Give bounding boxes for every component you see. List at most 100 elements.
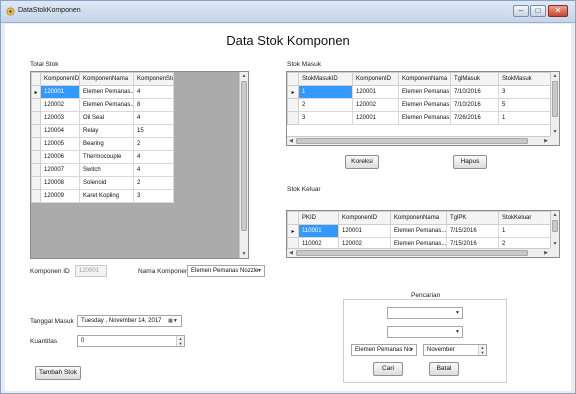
pencarian-combo-2[interactable]: ▼ xyxy=(387,326,463,338)
table-cell[interactable]: 120007 xyxy=(40,163,80,177)
column-header[interactable]: TglPK xyxy=(446,211,499,225)
table-cell[interactable]: Elemen Pemanas... xyxy=(398,111,451,125)
table-cell[interactable]: Elemen Pemanas... xyxy=(79,98,134,112)
table-cell[interactable]: Thermocouple xyxy=(79,150,134,164)
scrollbar-thumb[interactable] xyxy=(241,81,247,231)
scrollbar-thumb[interactable] xyxy=(552,81,558,117)
row-header[interactable] xyxy=(287,98,299,112)
table-cell[interactable]: 5 xyxy=(498,98,553,112)
chevron-down-icon[interactable]: ▼ xyxy=(255,266,264,276)
row-header[interactable] xyxy=(31,98,41,112)
table-row[interactable]: 120004 Relay 15 xyxy=(31,124,174,138)
horizontal-scrollbar[interactable]: ◀ ▶ xyxy=(287,136,550,145)
table-cell[interactable]: Elemen Pemanas... xyxy=(79,85,134,99)
kuantitas-stepper[interactable]: 0 ▲ ▼ xyxy=(77,335,185,347)
koreksi-button[interactable]: Koreksi xyxy=(345,155,379,169)
table-cell[interactable]: 4 xyxy=(133,163,174,177)
horizontal-scrollbar[interactable]: ◀ ▶ xyxy=(287,248,550,257)
table-cell[interactable]: 2 xyxy=(133,137,174,151)
scroll-left-icon[interactable]: ◀ xyxy=(287,249,295,257)
table-cell[interactable]: 120006 xyxy=(40,150,80,164)
table-row[interactable]: ▸ 120001 Elemen Pemanas... 4 xyxy=(31,85,174,99)
scroll-down-icon[interactable]: ▼ xyxy=(551,128,559,136)
row-header[interactable] xyxy=(31,150,41,164)
row-header[interactable] xyxy=(31,163,41,177)
row-header[interactable] xyxy=(287,111,299,125)
total-stok-grid[interactable]: KomponenID KomponenNama KomponenStok ▸ 1… xyxy=(30,71,249,259)
table-cell[interactable]: 120001 xyxy=(338,224,391,238)
column-header[interactable]: KomponenStok xyxy=(133,72,174,86)
spin-arrows-icon[interactable]: ▲ ▼ xyxy=(478,345,486,355)
calendar-dropdown-icon[interactable]: ▦▼ xyxy=(165,316,181,326)
row-header[interactable] xyxy=(31,176,41,190)
table-cell[interactable]: Elemen Pemanas... xyxy=(398,85,451,99)
column-header[interactable]: StokMasuk xyxy=(498,72,553,86)
komponen-id-field[interactable]: 120001 xyxy=(75,265,107,277)
scrollbar-thumb[interactable] xyxy=(296,138,528,144)
chevron-down-icon[interactable]: ▼ xyxy=(407,345,416,355)
scroll-up-icon[interactable]: ▲ xyxy=(551,211,559,219)
table-row[interactable]: 3 120001 Elemen Pemanas... 7/26/2016 1 xyxy=(287,111,553,125)
table-cell[interactable]: Switch xyxy=(79,163,134,177)
table-cell[interactable]: 1 xyxy=(298,85,353,99)
table-cell[interactable]: 1 xyxy=(498,111,553,125)
scroll-down-icon[interactable]: ▼ xyxy=(240,250,248,258)
pencarian-month-stepper[interactable]: November ▲ ▼ xyxy=(423,344,487,356)
table-cell[interactable]: 7/10/2016 xyxy=(450,98,499,112)
spin-arrows-icon[interactable]: ▲ ▼ xyxy=(176,336,184,346)
table-cell[interactable]: Bearing xyxy=(79,137,134,151)
table-row[interactable]: 120006 Thermocouple 4 xyxy=(31,150,174,164)
table-cell[interactable]: Elemen Pemanas... xyxy=(398,98,451,112)
column-header[interactable]: KomponenID xyxy=(40,72,80,86)
table-cell[interactable]: 120001 xyxy=(40,85,80,99)
table-row[interactable]: 2 120002 Elemen Pemanas... 7/10/2016 5 xyxy=(287,98,553,112)
table-cell[interactable]: Elemen Pemanas... xyxy=(390,224,447,238)
tanggal-masuk-datepicker[interactable]: Tuesday , November 14, 2017 ▦▼ xyxy=(77,315,182,327)
scroll-right-icon[interactable]: ▶ xyxy=(542,137,550,145)
row-header[interactable] xyxy=(31,189,41,203)
chevron-down-icon[interactable]: ▼ xyxy=(453,327,462,337)
column-header[interactable]: PKID xyxy=(298,211,339,225)
table-cell[interactable]: 7/26/2016 xyxy=(450,111,499,125)
vertical-scrollbar[interactable]: ▲ ▼ xyxy=(239,72,248,258)
table-cell[interactable]: Solenoid xyxy=(79,176,134,190)
table-cell[interactable]: 120005 xyxy=(40,137,80,151)
table-cell[interactable]: 110001 xyxy=(298,224,339,238)
scroll-left-icon[interactable]: ◀ xyxy=(287,137,295,145)
table-cell[interactable]: 120003 xyxy=(40,111,80,125)
pencarian-komponen-dropdown[interactable]: Elemen Pemanas No ▼ xyxy=(351,344,417,356)
column-header[interactable]: StokMasukID xyxy=(298,72,353,86)
nama-komponen-dropdown[interactable]: Elemen Pemanas Nozzle ▼ xyxy=(187,265,265,277)
table-cell[interactable]: 120004 xyxy=(40,124,80,138)
chevron-down-icon[interactable]: ▼ xyxy=(453,308,462,318)
table-cell[interactable]: 120001 xyxy=(352,111,399,125)
table-cell[interactable]: 7/10/2016 xyxy=(450,85,499,99)
table-cell[interactable]: 3 xyxy=(133,189,174,203)
scrollbar-thumb[interactable] xyxy=(552,220,558,232)
scroll-right-icon[interactable]: ▶ xyxy=(542,249,550,257)
table-cell[interactable]: 120009 xyxy=(40,189,80,203)
table-row[interactable]: ▸ 1 120001 Elemen Pemanas... 7/10/2016 3 xyxy=(287,85,553,99)
table-row[interactable]: 120002 Elemen Pemanas... 8 xyxy=(31,98,174,112)
table-row[interactable]: 120008 Solenoid 2 xyxy=(31,176,174,190)
vertical-scrollbar[interactable]: ▲ ▼ xyxy=(550,211,559,248)
table-cell[interactable]: 120001 xyxy=(352,85,399,99)
table-cell[interactable]: 2 xyxy=(133,176,174,190)
cari-button[interactable]: Cari xyxy=(373,362,403,376)
tambah-stok-button[interactable]: Tambah Stok xyxy=(35,366,81,380)
scroll-up-icon[interactable]: ▲ xyxy=(551,72,559,80)
scroll-up-icon[interactable]: ▲ xyxy=(240,72,248,80)
maximize-button[interactable]: □ xyxy=(530,5,546,17)
batal-button[interactable]: Batal xyxy=(429,362,459,376)
table-cell[interactable]: 1 xyxy=(498,224,553,238)
vertical-scrollbar[interactable]: ▲ ▼ xyxy=(550,72,559,136)
table-row[interactable]: 120009 Karet Kopling 3 xyxy=(31,189,174,203)
table-cell[interactable]: 3 xyxy=(298,111,353,125)
minimize-button[interactable]: – xyxy=(513,5,529,17)
column-header[interactable]: TglMasuk xyxy=(450,72,499,86)
column-header[interactable]: KomponenNama xyxy=(390,211,447,225)
hapus-button[interactable]: Hapus xyxy=(453,155,487,169)
table-cell[interactable]: 2 xyxy=(298,98,353,112)
table-cell[interactable]: 7/15/2016 xyxy=(446,224,499,238)
scroll-down-icon[interactable]: ▼ xyxy=(551,240,559,248)
